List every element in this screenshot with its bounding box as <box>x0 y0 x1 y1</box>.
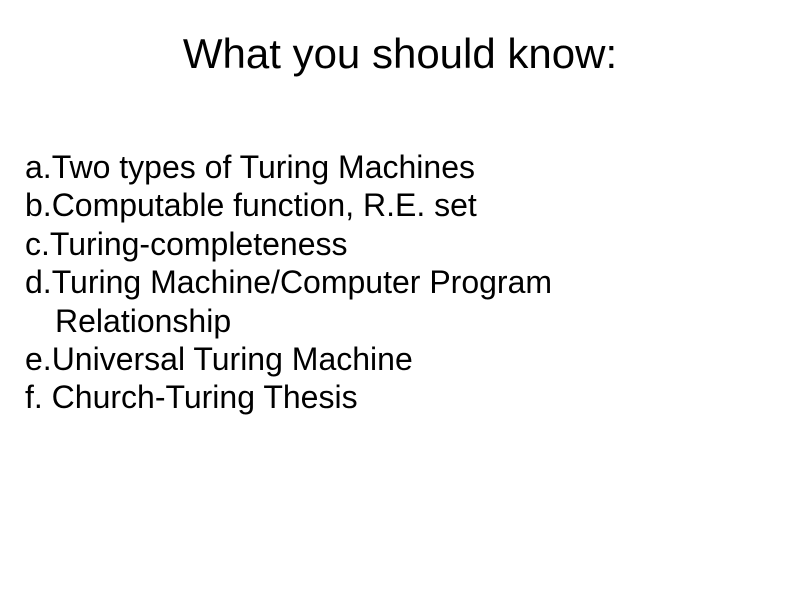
item-marker: f. <box>25 379 43 415</box>
topic-list: a.Two types of Turing Machines b.Computa… <box>25 148 775 417</box>
list-item: e.Universal Turing Machine <box>25 340 775 378</box>
list-item: Relationship <box>25 302 775 340</box>
item-text: Two types of Turing Machines <box>52 149 475 185</box>
slide-title: What you should know: <box>25 30 775 78</box>
item-marker: d. <box>25 264 52 300</box>
item-marker: e. <box>25 341 52 377</box>
item-text: Church-Turing Thesis <box>43 379 358 415</box>
item-text: Universal Turing Machine <box>52 341 413 377</box>
list-item: d.Turing Machine/Computer Program <box>25 263 775 301</box>
item-text: Relationship <box>55 303 231 339</box>
item-marker: b. <box>25 187 52 223</box>
list-item: f. Church-Turing Thesis <box>25 378 775 416</box>
list-item: c.Turing-completeness <box>25 225 775 263</box>
item-text: Turing-completeness <box>50 226 348 262</box>
item-marker: c. <box>25 226 50 262</box>
list-item: a.Two types of Turing Machines <box>25 148 775 186</box>
list-item: b.Computable function, R.E. set <box>25 186 775 224</box>
item-text: Turing Machine/Computer Program <box>52 264 552 300</box>
slide: What you should know: a.Two types of Tur… <box>0 0 800 600</box>
item-marker: a. <box>25 149 52 185</box>
item-text: Computable function, R.E. set <box>52 187 477 223</box>
